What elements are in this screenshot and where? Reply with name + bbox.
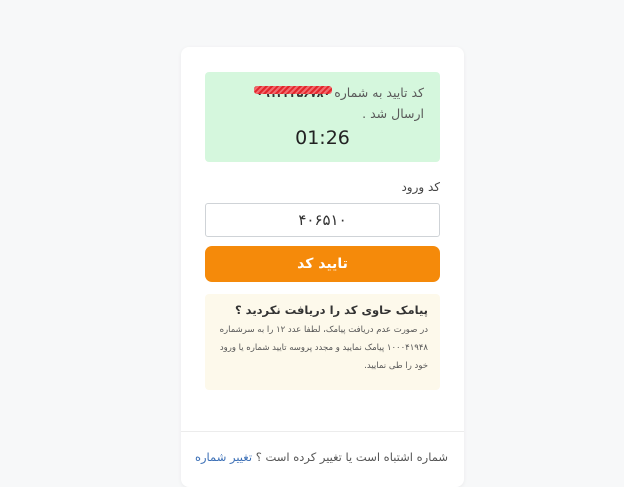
code-field-label: کد ورود [401, 180, 440, 194]
verification-card: کد تایید به شماره ۰۹۱۲۳۴۵۶۷۸۰ ارسال شد .… [181, 47, 464, 487]
change-number-question: شماره اشتباه است یا تغییر کرده است ؟ [255, 450, 448, 464]
sms-help-box: پیامک حاوی کد را دریافت نکردید ؟ در صورت… [205, 294, 440, 390]
change-number-link[interactable]: تغییر شماره [195, 450, 252, 464]
divider [181, 431, 464, 432]
sms-help-body: در صورت عدم دریافت پیامک، لطفا عدد ۱۲ را… [219, 325, 428, 371]
verification-sent-notice: کد تایید به شماره ۰۹۱۲۳۴۵۶۷۸۰ ارسال شد .… [205, 72, 440, 162]
confirm-code-button[interactable]: تایید کد [205, 246, 440, 282]
countdown-timer: 01:26 [295, 127, 350, 149]
masked-phone-number: ۰۹۱۲۳۴۵۶۷۸۰ [254, 84, 333, 104]
redaction-scribble [254, 86, 333, 94]
verification-code-input[interactable] [205, 203, 440, 237]
notice-suffix: ارسال شد . [362, 106, 424, 121]
change-number-prompt: شماره اشتباه است یا تغییر کرده است ؟ تغی… [181, 450, 464, 464]
notice-prefix: کد تایید به شماره [334, 85, 424, 100]
sms-help-title: پیامک حاوی کد را دریافت نکردید ؟ [235, 303, 428, 317]
